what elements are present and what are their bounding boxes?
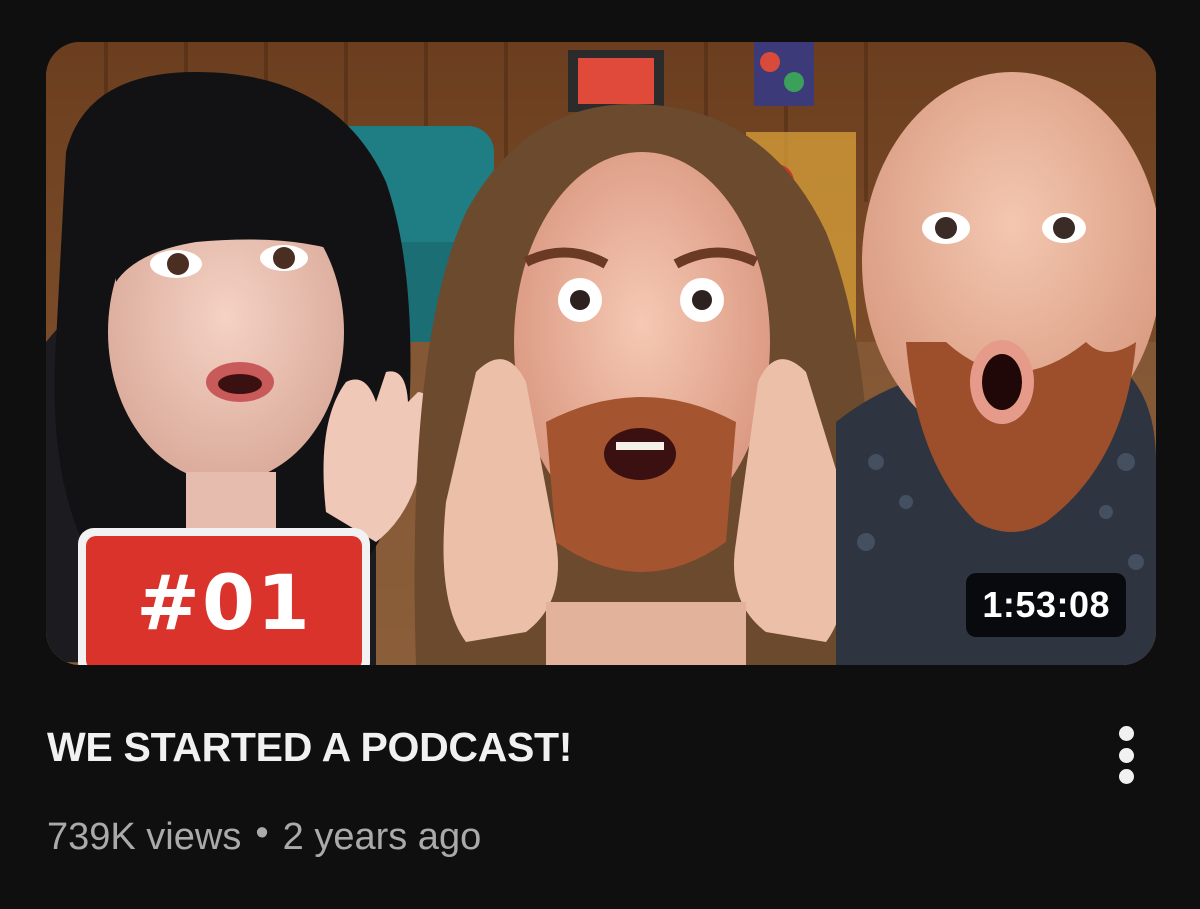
upload-age: 2 years ago [282,816,482,858]
video-metadata: 739K views • 2 years ago [47,812,481,862]
meta-separator: • [255,812,269,854]
video-thumbnail[interactable]: #01 1:53:08 [46,42,1156,665]
more-actions-button[interactable] [1104,718,1148,792]
episode-number-text: #01 [86,536,362,665]
view-count: 739K views [47,816,242,858]
vertical-ellipsis-icon [1118,726,1134,784]
duration-badge: 1:53:08 [966,573,1126,637]
video-title[interactable]: WE STARTED A PODCAST! [47,722,572,772]
video-card[interactable]: #01 1:53:08 WE STARTED A PODCAST! 739K v… [0,0,1200,909]
episode-number-badge: #01 [78,528,370,665]
